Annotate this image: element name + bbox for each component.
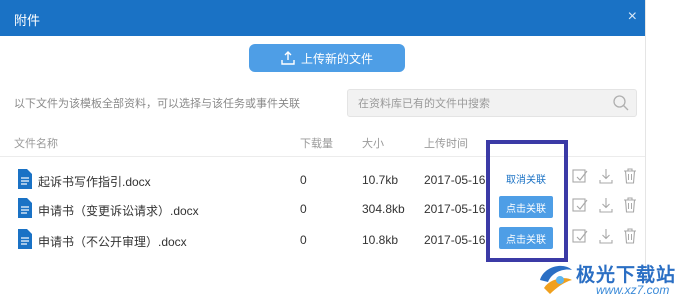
file-size: 10.8kb [362,233,399,247]
column-downloads: 下载量 [300,138,333,150]
upload-icon [281,51,295,65]
file-size: 304.8kb [362,202,405,216]
delete-icon[interactable] [623,197,637,213]
edit-icon[interactable] [572,197,588,213]
search-input[interactable] [356,94,610,114]
word-document-icon [18,198,32,218]
file-date: 2017-05-16 [424,233,486,247]
upload-new-file-button[interactable]: 上传新的文件 [249,44,405,72]
file-name[interactable]: 起诉书写作指引.docx [38,173,151,190]
close-icon[interactable]: × [628,8,637,26]
download-icon[interactable] [598,197,614,213]
file-date: 2017-05-16 [424,202,486,216]
word-document-icon [18,169,32,189]
download-icon[interactable] [598,168,614,184]
edit-icon[interactable] [572,168,588,184]
search-icon[interactable] [612,94,630,112]
word-document-icon [18,229,32,249]
column-upload-time: 上传时间 [424,138,468,150]
file-downloads: 0 [300,202,307,216]
watermark-url: www.xz7.com [596,283,670,297]
file-downloads: 0 [300,173,307,187]
download-icon[interactable] [598,228,614,244]
column-file-name: 文件名称 [14,138,58,150]
file-search-box[interactable] [347,89,637,117]
upload-button-label: 上传新的文件 [300,51,373,66]
watermark-logo-icon [540,265,572,294]
dialog-title: 附件 [14,13,41,28]
edit-icon[interactable] [572,228,588,244]
file-name[interactable]: 申请书（不公开审理）.docx [38,233,187,250]
file-downloads: 0 [300,233,307,247]
column-size: 大小 [362,138,384,150]
watermark: 极光下载站 www.xz7.com [536,258,694,300]
file-size: 10.7kb [362,173,399,187]
file-name[interactable]: 申请书（变更诉讼请求）.docx [38,202,199,219]
annotation-highlight-box [486,140,568,262]
delete-icon[interactable] [623,228,637,244]
dialog-titlebar: 附件 × [0,0,645,36]
template-files-hint: 以下文件为该模板全部资料，可以选择与该任务或事件关联 [14,98,300,110]
file-date: 2017-05-16 [424,173,486,187]
delete-icon[interactable] [623,168,637,184]
